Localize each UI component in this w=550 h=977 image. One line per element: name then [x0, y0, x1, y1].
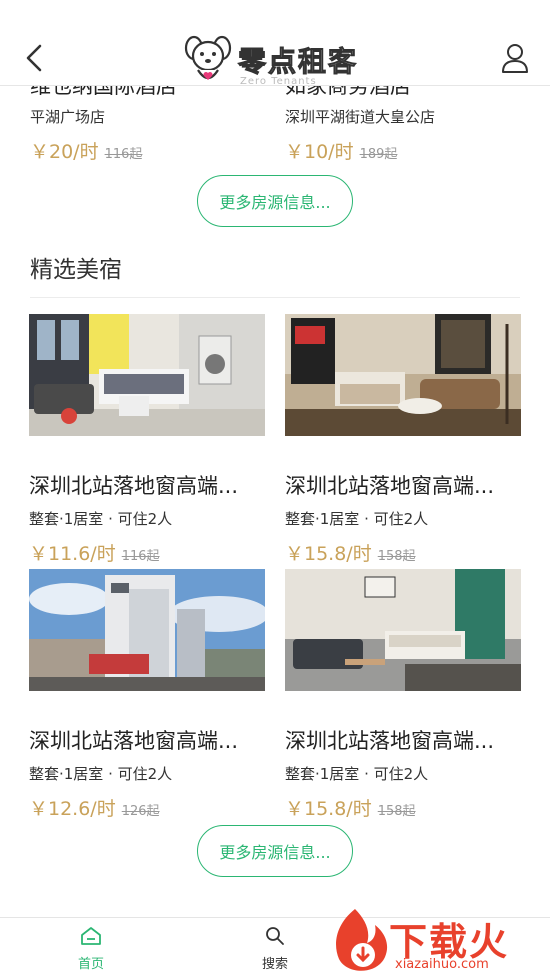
back-arrow-icon[interactable]	[20, 40, 48, 76]
listing-card[interactable]: 深圳北站落地窗高端... 整套·1居室 · 可住2人 ￥15.8/时 158起	[285, 569, 521, 821]
listing-location: 深圳平湖街道大皇公店	[285, 108, 436, 126]
listing-photo	[285, 569, 521, 691]
nav-home[interactable]: 首页	[61, 926, 121, 972]
listing-card[interactable]: 深圳北站落地窗高端... 整套·1居室 · 可住2人 ￥15.8/时 158起	[285, 314, 521, 566]
listing-name: 深圳北站落地窗高端...	[285, 729, 495, 753]
listing-original-price: 189起	[359, 147, 398, 162]
listing-card[interactable]: 维也纳国际酒店 平湖广场店 ￥20/时 116起	[30, 86, 270, 164]
logo-subtext: Zero Tenants	[240, 76, 317, 87]
listing-original-price: 158起	[377, 804, 416, 819]
listing-photo	[29, 314, 265, 436]
dog-mascot-icon	[184, 35, 232, 80]
listing-original-price: 116起	[104, 147, 143, 162]
search-icon	[266, 927, 284, 945]
listing-photo	[285, 314, 521, 436]
listing-card[interactable]: 深圳北站落地窗高端... 整套·1居室 · 可住2人 ￥12.6/时 126起	[29, 569, 265, 821]
listing-details: 整套·1居室 · 可住2人	[29, 510, 173, 528]
app-logo: 零点租客 Zero Tenants	[182, 34, 366, 90]
user-profile-icon[interactable]	[500, 42, 530, 74]
listing-details: 整套·1居室 · 可住2人	[29, 765, 173, 783]
listing-price: ￥15.8/时	[285, 798, 372, 820]
listing-original-price: 126起	[121, 804, 160, 819]
listing-original-price: 116起	[121, 549, 160, 564]
section-title: 精选美宿	[30, 257, 122, 283]
app-header: 零点租客 Zero Tenants	[0, 0, 550, 87]
logo-text: 零点租客	[237, 45, 359, 79]
listing-original-price: 158起	[377, 549, 416, 564]
divider	[30, 297, 520, 298]
listing-card[interactable]: 深圳北站落地窗高端... 整套·1居室 · 可住2人 ￥11.6/时 116起	[29, 314, 265, 566]
listing-price: ￥11.6/时	[29, 543, 116, 565]
listing-price: ￥12.6/时	[29, 798, 116, 820]
more-listings-button[interactable]: 更多房源信息...	[197, 825, 353, 877]
listing-price: ￥10/时	[285, 141, 354, 163]
more-listings-button[interactable]: 更多房源信息...	[197, 175, 353, 227]
listing-price: ￥20/时	[30, 141, 99, 163]
listing-name: 深圳北站落地窗高端...	[29, 729, 239, 753]
listing-location: 平湖广场店	[30, 108, 106, 126]
flame-logo-icon	[336, 909, 388, 971]
listing-details: 整套·1居室 · 可住2人	[285, 765, 429, 783]
listing-photo	[29, 569, 265, 691]
nav-home-label: 首页	[77, 957, 104, 972]
listing-name: 深圳北站落地窗高端...	[285, 474, 495, 498]
nav-search-label: 搜索	[261, 957, 288, 972]
listing-price: ￥15.8/时	[285, 543, 372, 565]
nav-search[interactable]: 搜索	[245, 926, 305, 972]
listing-details: 整套·1居室 · 可住2人	[285, 510, 429, 528]
top-listings-row: 维也纳国际酒店 平湖广场店 ￥20/时 116起 如家商务酒店 深圳平湖街道大皇…	[0, 86, 550, 168]
home-icon	[81, 927, 101, 945]
watermark: 下载火 xiazaihuo.com	[325, 905, 550, 977]
listing-name: 深圳北站落地窗高端...	[29, 474, 239, 498]
listing-card[interactable]: 如家商务酒店 深圳平湖街道大皇公店 ￥10/时 189起	[285, 86, 525, 164]
watermark-url: xiazaihuo.com	[395, 957, 489, 972]
